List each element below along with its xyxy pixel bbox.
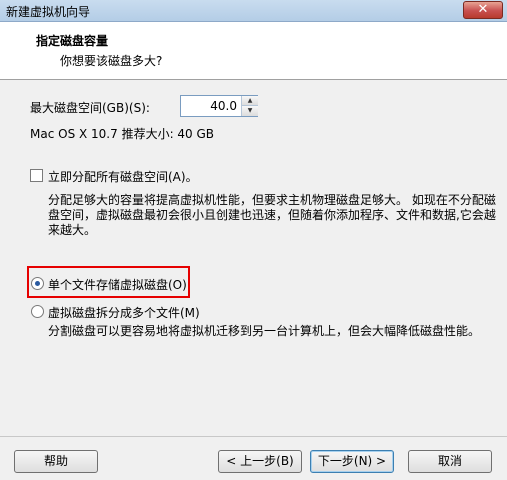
disk-size-stepper[interactable]: 40.0 ▲ ▼	[180, 95, 258, 117]
cancel-button[interactable]: 取消	[408, 450, 492, 473]
single-file-label[interactable]: 单个文件存储虚拟磁盘(O)	[48, 276, 187, 293]
page-subtitle: 你想要该磁盘多大?	[60, 54, 163, 68]
close-button[interactable]: ✕	[463, 1, 503, 19]
page-title: 指定磁盘容量	[36, 34, 109, 48]
single-file-radio[interactable]	[31, 277, 44, 290]
recommended-size: Mac OS X 10.7 推荐大小: 40 GB	[30, 127, 215, 141]
next-button[interactable]: 下一步(N) >	[310, 450, 394, 473]
stepper-down-icon[interactable]: ▼	[242, 106, 258, 116]
help-button[interactable]: 帮助	[14, 450, 98, 473]
allocate-now-checkbox[interactable]	[30, 169, 43, 182]
disk-size-input[interactable]: 40.0	[210, 99, 237, 113]
stepper-arrows: ▲ ▼	[241, 96, 258, 116]
back-button[interactable]: < 上一步(B)	[218, 450, 302, 473]
close-icon: ✕	[477, 2, 489, 17]
wizard-content: 最大磁盘空间(GB)(S): 40.0 ▲ ▼ Mac OS X 10.7 推荐…	[0, 81, 507, 435]
title-bar: 新建虚拟机向导 ✕	[0, 0, 507, 22]
window-title: 新建虚拟机向导	[6, 5, 91, 19]
wizard-header: 指定磁盘容量 你想要该磁盘多大?	[0, 22, 507, 80]
allocate-description: 分配足够大的容量将提高虚拟机性能，但要求主机物理磁盘足够大。 如现在不分配磁盘空…	[48, 193, 496, 237]
split-files-radio[interactable]	[31, 305, 44, 318]
wizard-footer: 帮助 < 上一步(B) 下一步(N) > 取消	[0, 436, 507, 480]
disk-size-label: 最大磁盘空间(GB)(S):	[30, 101, 150, 115]
split-description: 分割磁盘可以更容易地将虚拟机迁移到另一台计算机上，但会大幅降低磁盘性能。	[48, 324, 481, 338]
allocate-now-label[interactable]: 立即分配所有磁盘空间(A)。	[48, 168, 198, 185]
split-files-label[interactable]: 虚拟磁盘拆分成多个文件(M)	[48, 304, 200, 321]
stepper-up-icon[interactable]: ▲	[242, 96, 258, 106]
